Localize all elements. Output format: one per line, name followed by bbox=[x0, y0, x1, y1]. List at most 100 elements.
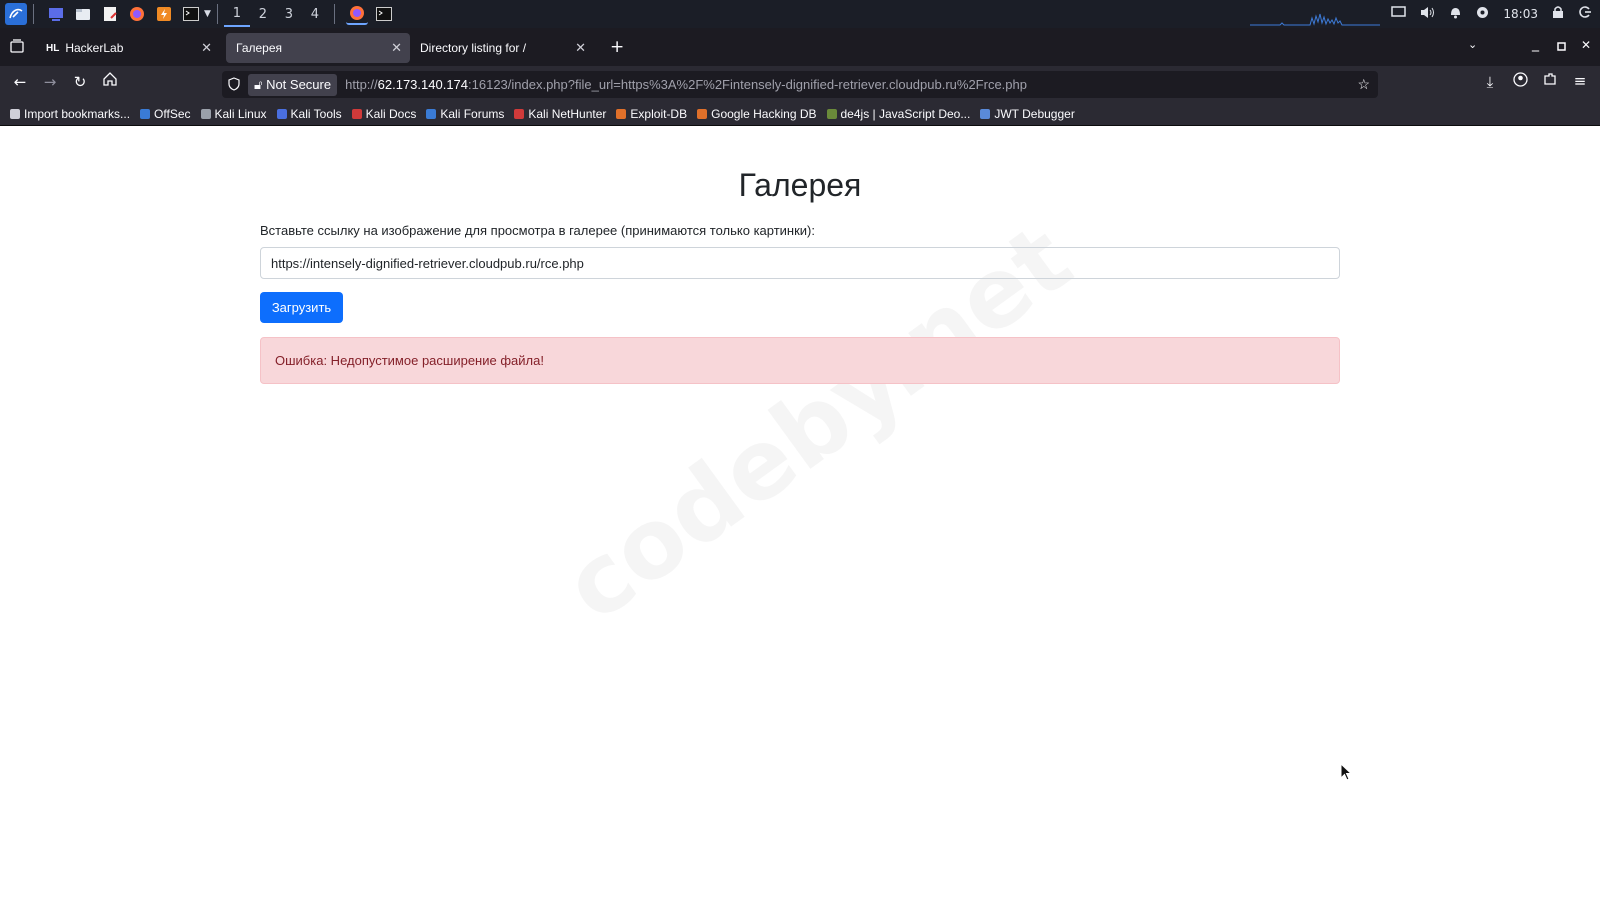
burp-icon[interactable] bbox=[153, 3, 175, 25]
maximize-icon[interactable] bbox=[1557, 39, 1566, 55]
logout-icon[interactable] bbox=[1578, 5, 1592, 23]
chevron-down-icon[interactable]: ▼ bbox=[204, 9, 211, 19]
tab-label: Галерея bbox=[236, 41, 283, 55]
tab-label: Directory listing for / bbox=[420, 41, 527, 55]
home-icon[interactable] bbox=[98, 72, 122, 90]
workspace-3[interactable]: 3 bbox=[276, 7, 302, 22]
bookmark-star-icon[interactable]: ☆ bbox=[1357, 76, 1370, 93]
url-prefix: http:// bbox=[345, 77, 378, 92]
bookmark-favicon-icon bbox=[426, 108, 437, 119]
bookmark-item[interactable]: OffSec bbox=[140, 106, 191, 121]
bookmark-item[interactable]: Import bookmarks... bbox=[10, 107, 130, 121]
new-tab-plus-icon[interactable]: + bbox=[610, 37, 624, 57]
network-graph-icon bbox=[1250, 13, 1380, 26]
bookmark-label: Google Hacking DB bbox=[711, 106, 817, 121]
terminal-window-icon[interactable] bbox=[373, 3, 395, 25]
url-field-label: Вставьте ссылку на изображение для просм… bbox=[260, 223, 816, 238]
panel-separator bbox=[33, 4, 34, 24]
bookmark-item[interactable]: Exploit-DB bbox=[616, 107, 687, 121]
error-alert: Ошибка: Недопустимое расширение файла! bbox=[260, 337, 1340, 384]
tab-bar: HL HackerLab ✕ Галерея ✕ Directory listi… bbox=[0, 28, 1600, 66]
url-host: 62.173.140.174 bbox=[377, 77, 469, 92]
bookmark-favicon-icon bbox=[826, 108, 837, 119]
not-secure-label: Not Secure bbox=[266, 76, 332, 92]
minimize-icon[interactable]: _ bbox=[1532, 36, 1539, 52]
display-icon[interactable] bbox=[1391, 6, 1407, 22]
bookmark-item[interactable]: JWT Debugger bbox=[980, 106, 1075, 121]
workspace-2[interactable]: 2 bbox=[250, 7, 276, 22]
close-icon[interactable]: ✕ bbox=[575, 40, 586, 56]
workspace-1[interactable]: 1 bbox=[223, 1, 250, 27]
lock-icon[interactable] bbox=[1552, 5, 1564, 23]
desktop-icon[interactable] bbox=[45, 3, 67, 25]
close-window-icon[interactable]: ✕ bbox=[1581, 38, 1591, 52]
bookmark-item[interactable]: Kali Tools bbox=[276, 106, 342, 121]
reload-icon[interactable]: ↻ bbox=[68, 73, 92, 91]
shield-icon[interactable] bbox=[228, 77, 240, 94]
list-tabs-chevron-icon[interactable]: ⌄ bbox=[1468, 38, 1477, 51]
bookmark-favicon-icon bbox=[980, 108, 991, 119]
tab-directory-listing[interactable]: Directory listing for / ✕ bbox=[410, 33, 594, 63]
power-status-icon[interactable] bbox=[1476, 6, 1489, 23]
bookmark-label: Kali Docs bbox=[365, 106, 417, 121]
bookmark-label: OffSec bbox=[154, 106, 191, 121]
broken-lock-icon: 🔓︎ bbox=[254, 76, 263, 92]
system-panel: ▼ 1 2 3 4 18:03 bbox=[0, 0, 1600, 28]
bookmark-item[interactable]: Kali Forums bbox=[426, 107, 504, 121]
panel-tray: 18:03 bbox=[1391, 0, 1600, 28]
bookmark-label: Kali Forums bbox=[440, 106, 505, 121]
tab-gallery[interactable]: Галерея ✕ bbox=[226, 33, 410, 63]
panel-separator bbox=[216, 4, 218, 24]
bookmark-label: de4js | JavaScript Deo... bbox=[840, 106, 971, 121]
firefox-icon[interactable] bbox=[126, 3, 148, 25]
bookmark-item[interactable]: Google Hacking DB bbox=[697, 106, 817, 121]
kali-menu-icon[interactable] bbox=[5, 3, 27, 25]
panel-separator bbox=[333, 4, 335, 24]
bookmark-item[interactable]: Kali Docs bbox=[351, 106, 417, 121]
file-manager-icon[interactable] bbox=[72, 3, 94, 25]
text-editor-icon[interactable] bbox=[99, 3, 121, 25]
forward-arrow-icon[interactable]: → bbox=[38, 73, 62, 91]
bookmark-label: Kali NetHunter bbox=[528, 106, 607, 121]
bookmark-favicon-icon bbox=[697, 108, 708, 119]
bookmark-label: JWT Debugger bbox=[994, 106, 1075, 121]
bookmark-label: Import bookmarks... bbox=[24, 106, 131, 121]
volume-icon[interactable] bbox=[1420, 6, 1435, 23]
notification-bell-icon[interactable] bbox=[1449, 5, 1462, 23]
url-path: :16123/index.php?file_url=https%3A%2F%2F… bbox=[468, 77, 1027, 92]
bookmark-favicon-icon bbox=[616, 108, 627, 119]
back-arrow-icon[interactable]: ← bbox=[8, 73, 32, 91]
bookmark-favicon-icon bbox=[351, 108, 362, 119]
address-bar[interactable]: 🔓︎ Not Secure http://62.173.140.174:1612… bbox=[222, 71, 1378, 98]
firefox-window-icon[interactable] bbox=[345, 3, 368, 25]
navigation-bar: ← → ↻ 🔓︎ Not Secure http://62.173.140.17… bbox=[0, 66, 1600, 102]
image-url-input[interactable]: https://intensely-dignified-retriever.cl… bbox=[260, 247, 1340, 279]
close-icon[interactable]: ✕ bbox=[201, 40, 212, 56]
extensions-icon[interactable] bbox=[1538, 72, 1562, 90]
not-secure-badge[interactable]: 🔓︎ Not Secure bbox=[248, 73, 338, 96]
close-icon[interactable]: ✕ bbox=[391, 40, 402, 56]
bookmark-item[interactable]: de4js | JavaScript Deo... bbox=[826, 106, 971, 121]
bookmark-label: Kali Tools bbox=[290, 106, 342, 121]
tab-label: HackerLab bbox=[65, 41, 124, 55]
clock[interactable]: 18:03 bbox=[1503, 7, 1538, 21]
menu-hamburger-icon[interactable]: ≡ bbox=[1568, 72, 1592, 90]
bookmark-favicon-icon bbox=[200, 108, 211, 119]
bookmark-item[interactable]: Kali NetHunter bbox=[514, 107, 606, 121]
page-content: codeby.net Галерея Вставьте ссылку на из… bbox=[0, 127, 1600, 899]
account-icon[interactable] bbox=[1508, 72, 1532, 91]
tab-overview-icon[interactable] bbox=[10, 39, 24, 57]
tab-hackerlab[interactable]: HL HackerLab ✕ bbox=[36, 33, 220, 63]
upload-button[interactable]: Загрузить bbox=[260, 292, 343, 323]
bookmark-item[interactable]: Kali Linux bbox=[200, 106, 267, 121]
page-title: Галерея bbox=[738, 167, 862, 203]
bookmark-favicon-icon bbox=[514, 108, 525, 119]
url-text[interactable]: http://62.173.140.174:16123/index.php?fi… bbox=[345, 77, 1027, 92]
terminal-icon[interactable] bbox=[180, 3, 202, 25]
bookmarks-bar: Import bookmarks... OffSec Kali Linux Kali … bbox=[0, 102, 1600, 126]
bookmark-favicon-icon bbox=[140, 108, 151, 119]
bookmark-favicon-icon bbox=[276, 108, 287, 119]
downloads-icon[interactable]: ⤓ bbox=[1478, 73, 1502, 91]
workspace-4[interactable]: 4 bbox=[302, 7, 328, 22]
bookmark-label: Kali Linux bbox=[214, 106, 267, 121]
